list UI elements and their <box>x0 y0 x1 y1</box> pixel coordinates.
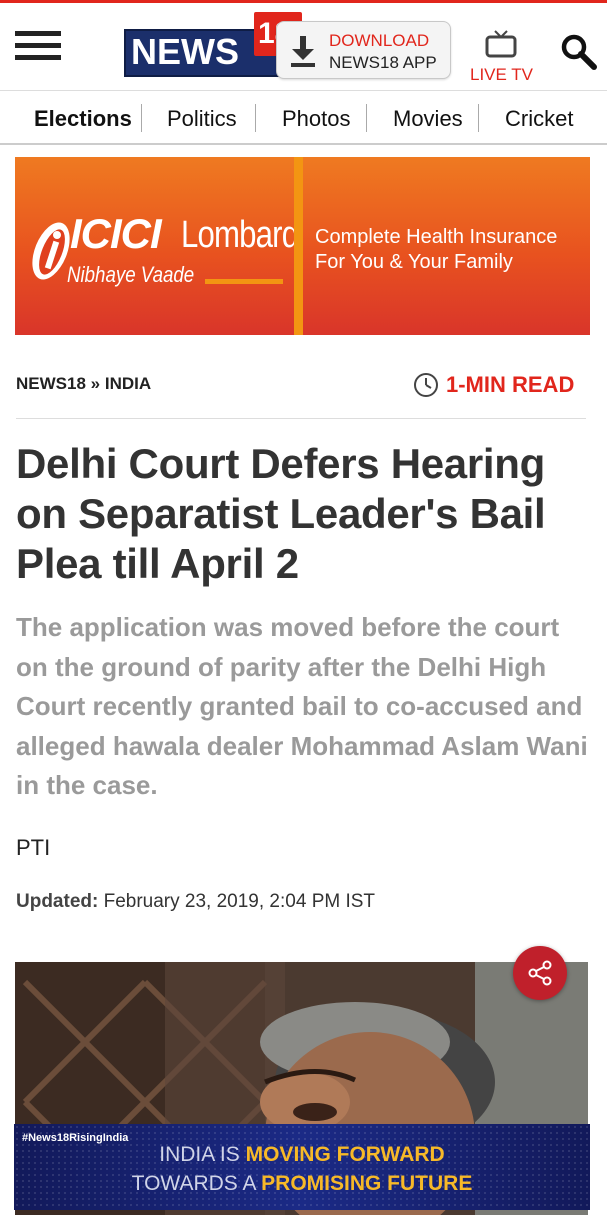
read-time-label: 1-MIN READ <box>446 372 575 397</box>
ad-divider <box>294 157 303 335</box>
article-headline: Delhi Court Defers Hearing on Separatist… <box>16 440 546 587</box>
ad-brand: ICICI <box>70 210 162 257</box>
share-button[interactable] <box>513 946 567 1000</box>
tv-icon <box>485 30 517 58</box>
site-header: NEWS 18 DOWNLOAD NEWS18 APP LIVE TV <box>0 3 607 91</box>
ad-tagline: Nibhaye Vaade <box>67 262 195 287</box>
updated-timestamp: February 23, 2019, 2:04 PM IST <box>103 891 376 912</box>
section-nav: Elections Politics Photos Movies Cricket <box>0 92 607 145</box>
search-icon[interactable] <box>558 31 598 71</box>
download-icon <box>291 36 315 67</box>
nav-item-cricket[interactable]: Cricket <box>505 105 573 133</box>
download-app-name: NEWS18 APP <box>329 53 437 72</box>
ad-tagline-bar <box>205 279 283 284</box>
nav-item-photos[interactable]: Photos <box>282 105 351 133</box>
rising-india-banner[interactable]: #News18RisingIndia INDIA IS MOVING FORWA… <box>14 1124 590 1210</box>
logo-text: NEWS <box>131 31 239 72</box>
breadcrumb-separator: » <box>90 374 101 393</box>
nav-separator <box>478 104 479 132</box>
live-tv-label: LIVE TV <box>470 65 533 84</box>
download-label: DOWNLOAD <box>329 31 430 50</box>
updated-label: Updated: <box>16 891 99 912</box>
live-tv-button[interactable]: LIVE TV <box>466 29 536 85</box>
ad-copy: Complete Health Insurance For You & Your… <box>315 225 557 275</box>
hamburger-menu-icon[interactable] <box>15 31 61 63</box>
breadcrumb: NEWS18 » INDIA <box>16 372 151 396</box>
advertisement-banner[interactable]: ICICI Lombard Nibhaye Vaade Complete Hea… <box>15 157 590 335</box>
breadcrumb-section-link[interactable]: INDIA <box>105 374 151 393</box>
banner-line-2: TOWARDS A PROMISING FUTURE <box>131 1172 473 1195</box>
ad-copy-line2: For You & Your Family <box>315 251 513 273</box>
article-byline: PTI <box>16 835 51 860</box>
nav-separator <box>255 104 256 132</box>
nav-item-politics[interactable]: Politics <box>167 105 237 133</box>
nav-item-elections[interactable]: Elections <box>34 105 132 133</box>
banner-line-1: INDIA IS MOVING FORWARD <box>159 1143 445 1166</box>
download-app-button[interactable]: DOWNLOAD NEWS18 APP <box>276 21 451 79</box>
ad-brand-suffix: Lombard <box>181 214 299 256</box>
nav-separator <box>366 104 367 132</box>
nav-separator <box>141 104 142 132</box>
clock-icon <box>414 373 438 397</box>
nav-item-movies[interactable]: Movies <box>393 105 463 133</box>
divider <box>16 418 586 419</box>
share-icon <box>528 960 552 986</box>
breadcrumb-home-link[interactable]: NEWS18 <box>16 374 86 393</box>
article-summary: The application was moved before the cou… <box>16 612 588 800</box>
article-updated: Updated: February 23, 2019, 2:04 PM IST <box>16 889 375 915</box>
ad-copy-line1: Complete Health Insurance <box>315 226 558 248</box>
